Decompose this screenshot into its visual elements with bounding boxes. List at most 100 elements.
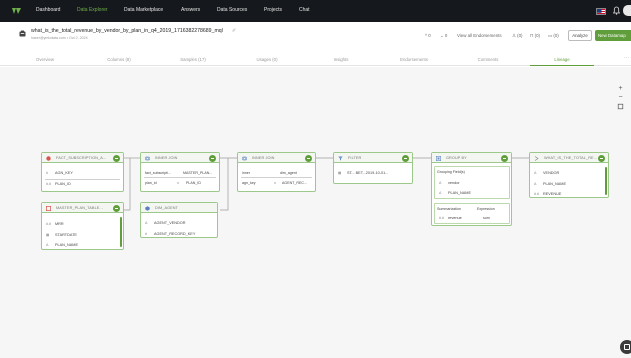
users-button[interactable]: ♙ (0) <box>512 33 523 39</box>
new-datamap-button[interactable]: New Datamap <box>595 30 631 41</box>
tab-endorsements[interactable]: Endorsements <box>400 57 428 62</box>
source-node-dim-agent[interactable]: DIM_AGENT A AGENT_VENDOR # AGENT_RECORD_KE… <box>140 202 218 238</box>
active-tab-indicator <box>530 64 594 66</box>
grouping-field[interactable]: A PLAN_NAME <box>439 191 471 195</box>
join-left-header: inner <box>242 171 250 175</box>
zoom-in-icon[interactable]: + <box>617 85 624 92</box>
grouping-label: Grouping Field(s) <box>437 170 465 174</box>
expression-label: Expression <box>477 207 495 211</box>
transform-node-group-by[interactable]: GROUP BY Grouping Field(s) Avendor A PLAN… <box>431 152 512 226</box>
more-tabs-icon[interactable]: ··· <box>624 55 629 61</box>
upvote-button[interactable]: ^ 0 <box>425 33 431 38</box>
summarization-section: Summarization Expression #.# revenue sum <box>434 203 510 224</box>
text-type-icon: A <box>534 182 537 186</box>
table-source-icon <box>46 155 51 161</box>
transform-node-inner-join-2[interactable]: INNER JOIN inner dim_agent agn_key = AGE… <box>237 152 316 192</box>
zoom-out-icon[interactable]: − <box>617 94 624 101</box>
field-row[interactable]: ▦ STARTDATE <box>46 233 77 237</box>
field-row[interactable]: #.# PLAN_ID <box>46 182 71 186</box>
app-logo-icon[interactable] <box>11 6 22 16</box>
node-title: INNER JOIN <box>155 156 178 160</box>
tab-lineage[interactable]: Lineage <box>554 57 569 62</box>
join-operator: = <box>177 181 180 185</box>
analyze-button[interactable]: Analyze <box>568 30 592 41</box>
view-endorsements-link[interactable]: View all Endorsements <box>457 33 502 38</box>
node-status-icon <box>209 154 216 162</box>
downvote-button[interactable]: ⌄ 0 <box>440 33 447 39</box>
comments-button[interactable]: ▭ (0) <box>548 33 559 39</box>
tab-overview[interactable]: Overview <box>36 57 54 62</box>
grouping-field[interactable]: Avendor <box>439 181 460 185</box>
field-row[interactable]: A PLAN_NAME <box>534 182 566 186</box>
field-row[interactable]: # AGN_KEY <box>46 171 73 175</box>
top-nav: Dashboard Data Explorer Data Marketplace… <box>0 0 631 22</box>
chat-fab-button[interactable] <box>620 340 631 354</box>
field-row[interactable]: # AGENT_RECORD_KEY <box>145 232 195 236</box>
node-status-icon <box>402 154 409 162</box>
filter-condition[interactable]: ▦ ST... BET...2019-10-01... <box>338 171 388 175</box>
text-type-icon: A <box>439 181 442 185</box>
output-node[interactable]: WHAT_IS_THE_TOTAL_RE... A VENDOR A PLAN_NA… <box>529 152 609 198</box>
lock-button[interactable]: ⊓ (0) <box>530 33 540 39</box>
fit-view-icon[interactable] <box>617 103 624 110</box>
join-right-header: MASTER_PLAN... <box>183 171 213 175</box>
decimal-type-icon: #.# <box>439 216 444 220</box>
tab-usages[interactable]: Usages (0) <box>256 57 277 62</box>
summary-field[interactable]: #.# revenue <box>439 216 462 220</box>
join-left-key: plan_id <box>145 181 157 185</box>
table-source-icon <box>46 205 51 211</box>
divider <box>45 179 120 180</box>
divider <box>241 177 312 178</box>
node-title: FILTER <box>348 156 362 160</box>
source-node-master-plan-table[interactable]: MASTER_PLAN_TABLE... #.# MRR ▦ STARTDATE A… <box>41 202 124 250</box>
join-right-key: PLAN_ID <box>186 181 201 185</box>
avatar[interactable] <box>623 5 631 16</box>
nav-projects[interactable]: Projects <box>264 7 282 13</box>
nav-chat[interactable]: Chat <box>299 7 310 13</box>
integer-type-icon: # <box>46 171 48 175</box>
source-node-fact-subscription[interactable]: FACT_SUBSCRIPTION_A... # AGN_KEY #.# PLAN_… <box>41 152 124 192</box>
node-title: INNER JOIN <box>252 156 275 160</box>
integer-type-icon: # <box>145 232 147 236</box>
chat-icon <box>624 344 630 350</box>
join-right-header: dim_agent <box>280 171 297 175</box>
scrollbar[interactable] <box>605 167 607 195</box>
table-source-icon <box>145 205 150 211</box>
tab-columns[interactable]: Columns (8) <box>107 57 130 62</box>
node-status-icon <box>501 154 508 162</box>
us-flag-icon[interactable] <box>596 8 606 15</box>
field-row[interactable]: A AGENT_VENDOR <box>145 221 185 225</box>
join-right-key: AGENT_REC... <box>282 181 307 185</box>
text-type-icon: A <box>145 221 148 225</box>
nav-data-marketplace[interactable]: Data Marketplace <box>124 7 163 13</box>
node-title: FACT_SUBSCRIPTION_A... <box>56 156 107 160</box>
tab-insights[interactable]: Insights <box>334 57 349 62</box>
join-icon <box>145 156 150 160</box>
node-status-icon <box>113 154 120 162</box>
transform-node-inner-join[interactable]: INNER JOIN fact_subscripti... MASTER_PLA… <box>140 152 220 192</box>
node-title: MASTER_PLAN_TABLE... <box>56 206 103 210</box>
calendar-icon: ▦ <box>338 171 342 175</box>
decimal-type-icon: #.# <box>46 222 51 226</box>
text-type-icon: A <box>534 171 537 175</box>
nav-data-sources[interactable]: Data Sources <box>217 7 247 13</box>
tab-comments[interactable]: Comments <box>478 57 499 62</box>
transform-node-filter[interactable]: FILTER ▦ ST... BET...2019-10-01... <box>333 152 413 184</box>
node-title: GROUP BY <box>446 156 467 160</box>
bell-icon[interactable] <box>613 6 620 15</box>
scrollbar[interactable] <box>120 217 122 247</box>
nav-dashboard[interactable]: Dashboard <box>36 7 60 13</box>
tab-samples[interactable]: Samples (17) <box>180 57 206 62</box>
decimal-type-icon: #.# <box>534 192 539 196</box>
field-row[interactable]: #.# MRR <box>46 222 64 226</box>
edit-title-icon[interactable]: ✐ <box>232 28 236 34</box>
nav-data-explorer[interactable]: Data Explorer <box>77 7 108 13</box>
field-row[interactable]: A PLAN_NAME <box>46 243 78 247</box>
nav-answers[interactable]: Answers <box>181 7 200 13</box>
text-type-icon: A <box>439 191 442 195</box>
page-title: what_is_the_total_revenue_by_vendor_by_p… <box>31 28 223 34</box>
join-operator: = <box>274 181 277 185</box>
field-row[interactable]: #.# REVENUE <box>534 192 561 196</box>
query-icon <box>19 30 26 37</box>
field-row[interactable]: A VENDOR <box>534 171 559 175</box>
